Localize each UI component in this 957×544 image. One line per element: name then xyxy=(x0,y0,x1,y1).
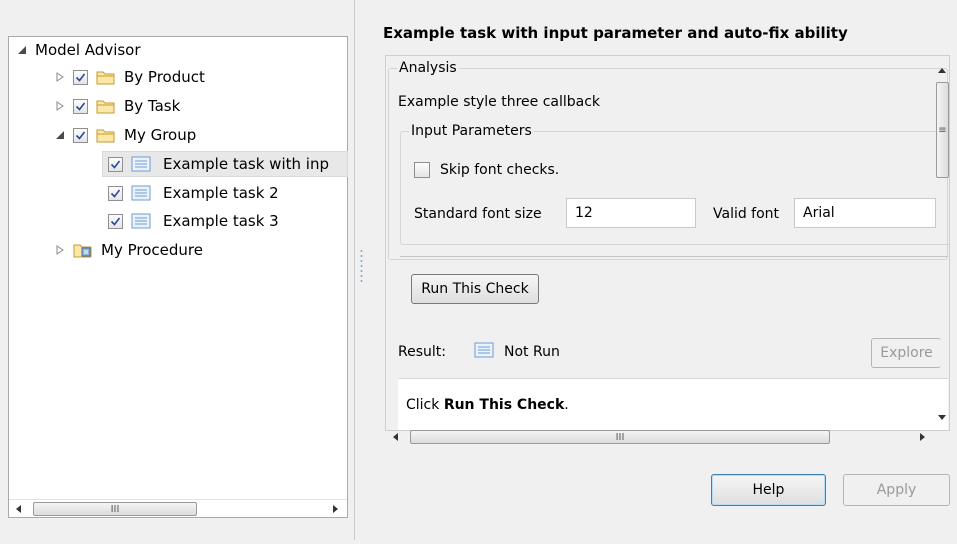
collapse-arrow-icon[interactable] xyxy=(53,128,67,142)
expand-arrow-icon[interactable] xyxy=(53,70,67,84)
procedure-folder-icon xyxy=(73,242,93,258)
checkbox[interactable] xyxy=(108,185,123,201)
details-horizontal-scrollbar[interactable]: III xyxy=(386,428,934,446)
task-icon xyxy=(131,213,151,229)
tree-node-example-task-2[interactable]: Example task 2 xyxy=(108,182,279,204)
scroll-thumb[interactable]: III xyxy=(33,502,197,516)
scroll-left-arrow-icon[interactable] xyxy=(390,431,402,443)
task-icon xyxy=(131,156,151,172)
skip-font-checks-checkbox[interactable] xyxy=(414,162,430,178)
divider xyxy=(400,256,948,257)
task-icon xyxy=(474,342,494,362)
result-message-prefix: Click xyxy=(406,397,444,413)
standard-font-size-input[interactable]: 12 xyxy=(566,198,696,228)
model-advisor-tree[interactable]: Model Advisor By Product By Task My Grou… xyxy=(8,36,348,518)
tree-label: My Group xyxy=(124,126,197,144)
tree-horizontal-scrollbar[interactable]: III xyxy=(9,499,347,517)
result-message-suffix: . xyxy=(564,397,569,413)
tree-label: Model Advisor xyxy=(35,41,141,59)
tree-label: By Product xyxy=(124,68,205,86)
checkbox[interactable] xyxy=(108,213,123,229)
details-vertical-scrollbar[interactable]: ≡ xyxy=(935,56,950,428)
result-status: Not Run xyxy=(504,344,560,360)
input-parameters-legend: Input Parameters xyxy=(411,123,532,139)
splitter-grip-icon[interactable] xyxy=(360,248,363,288)
callback-description: Example style three callback xyxy=(398,94,601,110)
explore-button[interactable]: Explore xyxy=(871,338,941,368)
task-details-panel: Analysis Example style three callback In… xyxy=(385,55,950,431)
tree-label: Example task 2 xyxy=(163,184,279,202)
tree-node-my-group[interactable]: My Group xyxy=(53,124,196,146)
checkbox[interactable] xyxy=(73,127,88,143)
collapse-arrow-icon[interactable] xyxy=(15,43,29,57)
help-button[interactable]: Help xyxy=(711,474,826,506)
skip-font-checks-label: Skip font checks. xyxy=(440,162,560,178)
horizontal-scroll-thumb[interactable]: III xyxy=(410,430,830,444)
analysis-legend: Analysis xyxy=(399,60,457,76)
scroll-left-arrow-icon[interactable] xyxy=(13,503,25,515)
expand-arrow-icon[interactable] xyxy=(53,99,67,113)
folder-icon xyxy=(96,98,116,114)
tree-node-model-advisor[interactable]: Model Advisor xyxy=(15,39,141,61)
skip-font-checks-option[interactable]: Skip font checks. xyxy=(414,162,559,178)
tree-label: Example task with inp xyxy=(163,155,329,173)
valid-font-input[interactable]: Arial xyxy=(794,198,936,228)
tree-label: By Task xyxy=(124,97,181,115)
result-label: Result: xyxy=(398,344,446,360)
result-message-bold: Run This Check xyxy=(443,397,565,413)
result-message: Click Run This Check. xyxy=(406,397,569,413)
task-icon xyxy=(131,185,151,201)
task-title: Example task with input parameter and au… xyxy=(383,24,848,42)
tree-node-example-task-3[interactable]: Example task 3 xyxy=(108,210,279,232)
tree-node-my-procedure[interactable]: My Procedure xyxy=(53,239,203,261)
checkbox[interactable] xyxy=(73,98,88,114)
tree-label: My Procedure xyxy=(101,241,203,259)
scroll-down-arrow-icon[interactable] xyxy=(937,408,947,426)
result-message-area: Click Run This Check. xyxy=(398,378,948,430)
folder-icon xyxy=(96,69,116,85)
scroll-right-arrow-icon[interactable] xyxy=(329,503,341,515)
run-this-check-button[interactable]: Run This Check xyxy=(411,274,539,304)
pane-splitter[interactable] xyxy=(354,0,358,540)
valid-font-label: Valid font xyxy=(713,206,780,222)
expand-arrow-icon[interactable] xyxy=(53,243,67,257)
vertical-scroll-thumb[interactable]: ≡ xyxy=(936,82,949,178)
apply-button[interactable]: Apply xyxy=(843,474,950,506)
folder-open-icon xyxy=(96,127,116,143)
scroll-up-arrow-icon[interactable] xyxy=(937,60,947,78)
scroll-right-arrow-icon[interactable] xyxy=(916,431,928,443)
checkbox[interactable] xyxy=(73,69,88,85)
tree-node-by-product[interactable]: By Product xyxy=(53,66,205,88)
tree-label: Example task 3 xyxy=(163,212,279,230)
checkbox[interactable] xyxy=(108,156,123,172)
tree-node-example-task-1[interactable]: Example task with inp xyxy=(102,151,348,177)
standard-font-size-label: Standard font size xyxy=(414,206,542,222)
tree-node-by-task[interactable]: By Task xyxy=(53,95,180,117)
